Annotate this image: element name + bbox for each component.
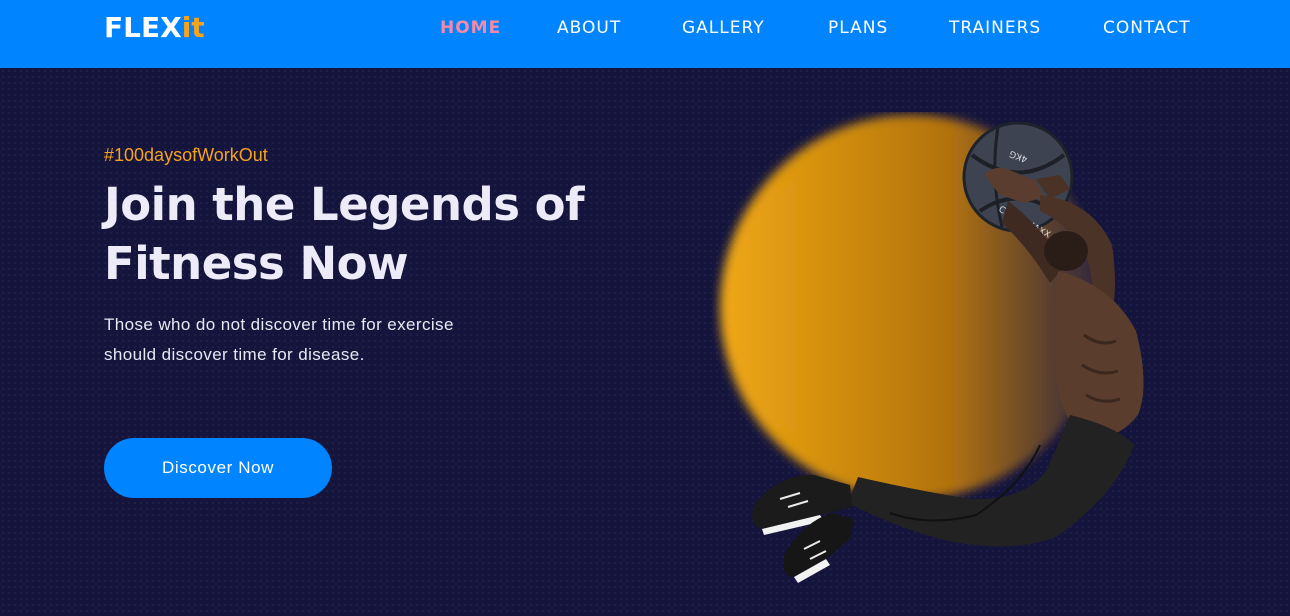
nav-link-gallery[interactable]: GALLERY xyxy=(682,18,765,38)
site-logo[interactable]: FLEXit xyxy=(104,11,205,45)
nav-link-about[interactable]: ABOUT xyxy=(557,18,621,38)
discover-now-button[interactable]: Discover Now xyxy=(104,438,332,498)
hero-headline: Join the Legends of Fitness Now xyxy=(104,178,585,290)
athlete-illustration: CROSSMAXX 4KG xyxy=(752,121,1144,583)
logo-text-it: it xyxy=(181,11,205,44)
nav-link-trainers[interactable]: TRAINERS xyxy=(949,18,1041,38)
nav-link-plans[interactable]: PLANS xyxy=(828,18,888,38)
top-navbar: FLEXit HOME ABOUT GALLERY PLANS TRAINERS… xyxy=(0,0,1290,68)
nav-link-home[interactable]: HOME xyxy=(440,18,501,38)
hero-description: Those who do not discover time for exerc… xyxy=(104,315,454,364)
sneakers-icon xyxy=(752,474,854,583)
nav-link-contact[interactable]: CONTACT xyxy=(1103,18,1191,38)
logo-text-flex: FLEX xyxy=(104,11,182,44)
hero-tagline: #100daysofWorkOut xyxy=(104,145,268,165)
